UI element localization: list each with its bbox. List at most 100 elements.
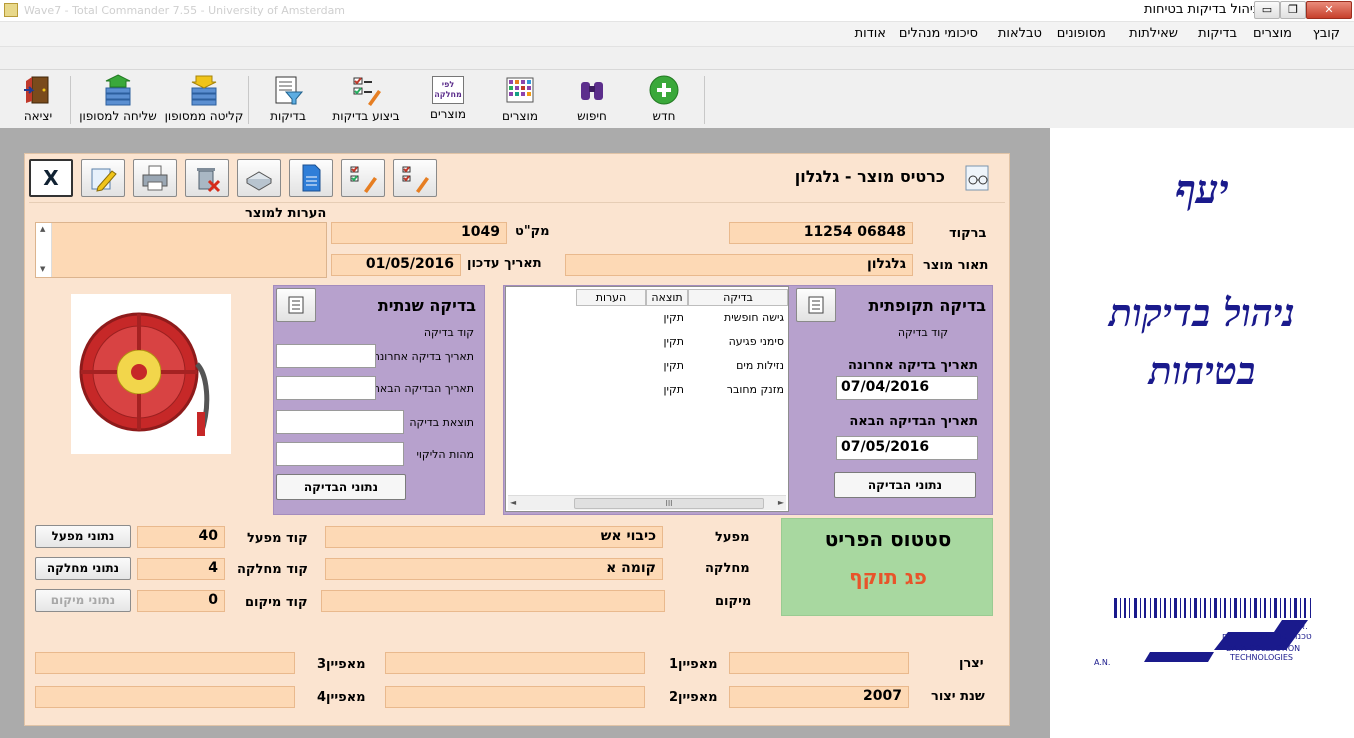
location-code-label: קוד מיקום [245,595,308,610]
periodic-next-date-field[interactable]: 07/05/2016 [836,436,978,460]
year-field[interactable]: 2007 [729,686,909,708]
attribute4-field[interactable] [35,686,295,708]
barcode-field[interactable]: 11254 06848 [729,222,913,244]
notes-textarea[interactable]: ▲ ▼ [35,222,327,278]
annual-details-icon-button[interactable] [276,288,316,322]
scroll-down-icon[interactable]: ▼ [40,265,45,273]
attribute1-field[interactable] [385,652,645,674]
toolbar-label: חיפוש [577,109,607,123]
attribute2-field[interactable] [385,686,645,708]
toolbar-label: שליחה למסופון [79,109,157,123]
annual-check-data-button[interactable]: נתוני הבדיקה [276,474,406,500]
status-value: פג תוקף [849,565,927,589]
checklist-button-1[interactable] [341,159,385,197]
toolbar-label: מוצרים [430,107,466,121]
menu-terminals[interactable]: מסופונים [1057,26,1106,41]
maker-field[interactable] [729,652,909,674]
menu-about[interactable]: אודות [855,26,886,41]
plant-field[interactable]: כיבוי אש [325,526,663,548]
import-stack-icon [188,74,220,106]
menu-manager-summaries[interactable]: סיכומי מנהלים [899,26,978,41]
periodic-details-icon-button[interactable] [796,288,836,322]
scroll-thumb[interactable]: III [574,498,764,509]
annual-result-label: תוצאת בדיקה [409,416,474,429]
checklist-pen-icon [350,166,377,193]
toolbar-import-terminal-button[interactable]: קליטה ממסופון [162,74,246,126]
periodic-last-date-field[interactable]: 07/04/2016 [836,376,978,400]
grid-cell-result[interactable]: תקין [664,335,685,348]
product-image [71,294,231,454]
grid-cell-result[interactable]: תקין [664,311,685,324]
menu-tables[interactable]: טבלאות [998,26,1042,41]
toolbar-label: יציאה [23,109,53,123]
grid-cell-check[interactable]: נזילות מים [736,359,784,372]
plant-data-button[interactable]: נתוני מפעל [35,525,131,548]
toolbar-new-button[interactable]: חדש [636,74,692,126]
annual-next-date-field[interactable] [276,376,376,400]
menu-queries[interactable]: שאילתות [1129,26,1178,41]
department-field[interactable]: קומה א [325,558,663,580]
grid-header-check[interactable]: בדיקה [688,289,788,306]
grid-cell-result[interactable]: תקין [664,383,685,396]
toolbar-label: חדש [652,109,676,123]
menu-products[interactable]: מוצרים [1253,26,1292,41]
close-icon: X [43,166,59,190]
annual-defect-field[interactable] [276,442,404,466]
maximize-button[interactable]: ❐ [1280,1,1306,19]
grid-cell-check[interactable]: גישה חופשית [724,311,784,324]
company-logo: טכנולוגיות איסוף נתונים DATA COLLECTION … [1094,594,1316,678]
scroll-left-icon[interactable]: ◄ [510,498,516,507]
toolbar-perform-checks-button[interactable]: ביצוע בדיקות [324,74,408,126]
sku-label: מק"ט [515,224,550,239]
grid-cell-check[interactable]: סימני פגיעה [729,335,784,348]
edit-button[interactable] [81,159,125,197]
toolbar: חדש חיפוש מוצרים לפי מחלקה מוצרים ביצוע … [0,70,1010,128]
location-code-field[interactable]: 0 [137,590,225,612]
item-status-box: סטטוס הפריט פג תוקף [781,518,993,616]
toolbar-search-button[interactable]: חיפוש [564,74,620,126]
scroll-right-icon[interactable]: ► [778,498,784,507]
annual-result-field[interactable] [276,410,404,434]
periodic-check-data-button[interactable]: נתוני הבדיקה [834,472,976,498]
location-field[interactable] [321,590,665,612]
scanner-icon [246,171,272,191]
plant-code-label: קוד מפעל [247,531,308,546]
form-icon [808,296,824,314]
print-button[interactable] [133,159,177,197]
notes-scrollbar[interactable]: ▲ ▼ [36,223,52,277]
document-button[interactable] [289,159,333,197]
location-label: מיקום [715,594,752,609]
grid-header-result[interactable]: תוצאה [646,289,688,306]
attribute3-field[interactable] [35,652,295,674]
close-form-button[interactable]: X [29,159,73,197]
annual-last-date-field[interactable] [276,344,376,368]
plant-code-field[interactable]: 40 [137,526,225,548]
company-an-hebrew: א.נ. [1294,622,1308,631]
update-date-field[interactable]: 01/05/2016 [331,254,461,276]
department-data-button[interactable]: נתוני מחלקה [35,557,131,580]
grid-cell-check[interactable]: מזנק מחובר [727,383,784,396]
toolbar-products-button[interactable]: מוצרים [492,74,548,126]
toolbar-checks-button[interactable]: בדיקות [260,74,316,126]
grid-header-notes[interactable]: הערות [576,289,646,306]
toolbar-separator [248,76,249,124]
brand-logo-word: יעף [1175,166,1229,213]
department-code-field[interactable]: 4 [137,558,225,580]
minimize-button[interactable]: ▭ [1254,1,1280,19]
grid-horizontal-scrollbar[interactable]: ◄ III ► [508,495,786,510]
location-data-button[interactable]: נתוני מיקום [35,589,131,612]
toolbar-exit-button[interactable]: יציאה [14,74,62,126]
menu-checks[interactable]: בדיקות [1198,26,1237,41]
checklist-button-2[interactable] [393,159,437,197]
scroll-up-icon[interactable]: ▲ [40,225,45,233]
description-field[interactable]: גלגלון [565,254,913,276]
close-window-button[interactable]: ✕ [1306,1,1352,19]
grid-cell-result[interactable]: תקין [664,359,685,372]
toolbar-products-by-dept-button[interactable]: לפי מחלקה מוצרים [420,74,476,126]
sku-field[interactable]: 1049 [331,222,507,244]
toolbar-send-terminal-button[interactable]: שליחה למסופון [76,74,160,126]
menu-file[interactable]: קובץ [1313,26,1340,41]
check-results-grid[interactable]: בדיקה תוצאה הערות גישה חופשית תקין סימני… [505,286,789,512]
delete-button[interactable] [185,159,229,197]
scan-button[interactable] [237,159,281,197]
